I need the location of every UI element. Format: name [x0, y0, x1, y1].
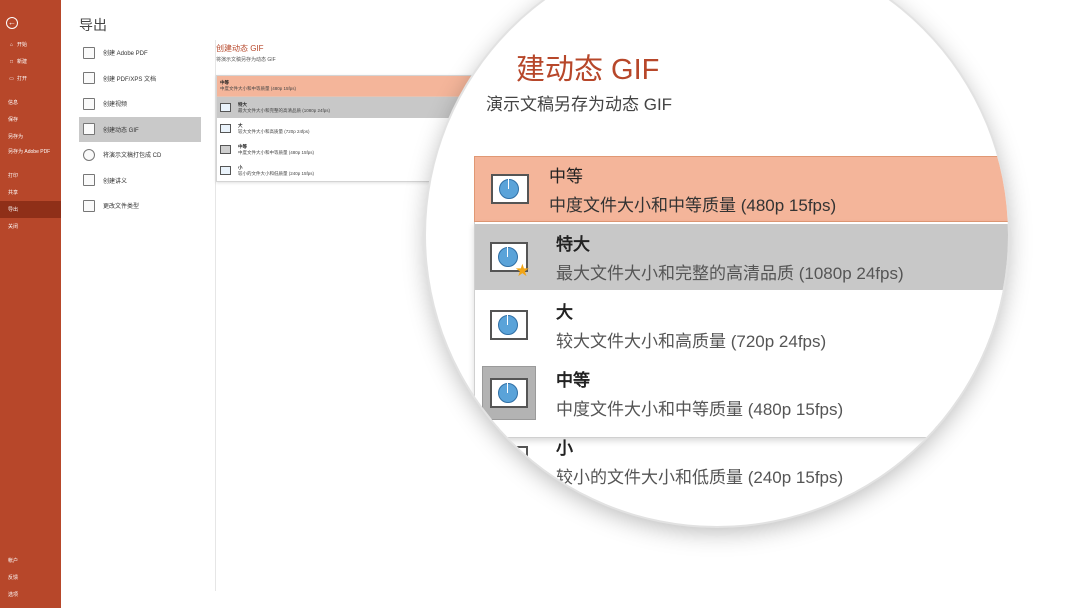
magnified-quality-dropdown: 中等 中度文件大小和中等质量 (480p 15fps) ★ 特大 最大文件大小和…: [474, 156, 1008, 496]
export-option-label: 创建视频: [103, 102, 128, 109]
quality-text: 大 较大文件大小和高质量 (720p 24fps): [556, 303, 827, 351]
cd-icon: [83, 148, 95, 161]
export-option-label: 更改文件类型: [103, 204, 140, 211]
gif-icon: [83, 123, 95, 136]
export-option-video[interactable]: 创建视频: [79, 91, 201, 117]
sidebar-mid-nav: 信息 保存 另存为 另存为 Adobe PDF 打印 共享 导出 关闭: [0, 94, 61, 235]
export-options-list: 创建 Adobe PDF 创建 PDF/XPS 文档 创建视频 创建动态 GIF…: [79, 40, 201, 219]
quality-text: 中等 中度文件大小和中等质量 (480p 15fps): [220, 80, 297, 91]
back-arrow-icon[interactable]: ←: [6, 17, 18, 29]
presentation-icon: [483, 162, 537, 216]
magnified-quality-option-xlarge[interactable]: ★ 特大 最大文件大小和完整的高清品质 (1080p 24fps): [474, 224, 1008, 290]
export-option-gif[interactable]: 创建动态 GIF: [79, 116, 201, 142]
export-option-pdf-xps[interactable]: 创建 PDF/XPS 文档: [79, 66, 201, 92]
export-option-cd[interactable]: 将演示文稿打包成 CD: [79, 142, 201, 168]
quality-text: 中等 中度文件大小和中等质量 (480p 15fps): [549, 167, 837, 215]
file-type-icon: [83, 199, 95, 212]
export-option-file-type[interactable]: 更改文件类型: [79, 193, 201, 219]
pdf-xps-icon: [83, 72, 95, 85]
quality-text: 小 较小的文件大小和低质量 (240p 15fps): [238, 164, 315, 176]
adobe-pdf-icon: [83, 46, 95, 59]
magnifier-zoom: 建动态 GIF 演示文稿另存为动态 GIF 中等 中度文件大小和中等质量 (48…: [426, 0, 1008, 526]
magnified-subtitle: 演示文稿另存为动态 GIF: [486, 95, 673, 114]
magnified-quality-selected[interactable]: 中等 中度文件大小和中等质量 (480p 15fps): [474, 156, 1008, 222]
quality-text: 中等 中度文件大小和中等质量 (480p 15fps): [238, 143, 315, 155]
presentation-icon: [220, 166, 231, 175]
sidebar-item-export[interactable]: 导出: [0, 201, 61, 218]
sidebar-item-label: 打开: [17, 76, 28, 82]
export-option-label: 将演示文稿打包成 CD: [103, 153, 162, 160]
magnified-quality-option-medium[interactable]: 中等 中度文件大小和中等质量 (480p 15fps): [474, 360, 1008, 426]
gif-quality-selected[interactable]: 中等 中度文件大小和中等质量 (480p 15fps): [217, 76, 485, 97]
sidebar-item-home[interactable]: ⌂ 开始: [0, 36, 61, 53]
magnified-title: 建动态 GIF: [516, 54, 660, 86]
page-title: 导出: [79, 17, 107, 33]
magnified-quality-option-large[interactable]: 大 较大文件大小和高质量 (720p 24fps): [474, 292, 1008, 358]
quality-text: 大 较大文件大小和高质量 (720p 24fps): [238, 122, 310, 134]
presentation-icon: [482, 366, 536, 420]
gif-panel-title: 创建动态 GIF: [216, 44, 264, 53]
export-option-label: 创建 PDF/XPS 文档: [103, 76, 157, 83]
presentation-icon: [482, 434, 536, 488]
sidebar-item-label: 开始: [17, 42, 28, 48]
gif-panel-subtitle: 将演示文稿另存为动态 GIF: [216, 57, 276, 63]
sidebar-item-feedback[interactable]: 反馈: [0, 569, 61, 586]
presentation-icon: [482, 298, 536, 352]
folder-icon: ▭: [9, 75, 14, 82]
quality-text: 特大 最大文件大小和完整的高清品质 (1080p 24fps): [556, 235, 904, 283]
sidebar-item-print[interactable]: 打印: [0, 167, 61, 184]
gif-quality-option-xlarge[interactable]: 特大 最大文件大小和完整的高清品质 (1080p 24fps): [217, 97, 485, 118]
sidebar-item-label: 新建: [17, 59, 28, 65]
sidebar-top-nav: ⌂ 开始 □ 新建 ▭ 打开: [0, 36, 61, 87]
sidebar-item-account[interactable]: 帐户: [0, 552, 61, 569]
presentation-icon: [220, 145, 231, 154]
presentation-star-icon: ★: [482, 230, 536, 284]
export-option-handout[interactable]: 创建讲义: [79, 168, 201, 194]
video-icon: [83, 97, 95, 110]
sidebar-item-info[interactable]: 信息: [0, 94, 61, 111]
sidebar-item-save-as-pdf[interactable]: 另存为 Adobe PDF: [0, 145, 61, 167]
presentation-star-icon: [220, 103, 231, 112]
presentation-icon: [220, 124, 231, 133]
handout-icon: [83, 174, 95, 187]
sidebar-item-share[interactable]: 共享: [0, 184, 61, 201]
export-option-adobe-pdf[interactable]: 创建 Adobe PDF: [79, 40, 201, 66]
export-option-label: 创建讲义: [103, 178, 128, 185]
home-icon: ⌂: [9, 41, 14, 48]
quality-text: 小 较小的文件大小和低质量 (240p 15fps): [556, 439, 844, 487]
backstage-sidebar: ← ⌂ 开始 □ 新建 ▭ 打开 信息 保存 另存为 另存为 Adobe PDF…: [0, 0, 61, 608]
magnified-quality-option-small[interactable]: 小 较小的文件大小和低质量 (240p 15fps): [474, 428, 1008, 494]
quality-text: 特大 最大文件大小和完整的高清品质 (1080p 24fps): [238, 101, 331, 113]
sidebar-item-new[interactable]: □ 新建: [0, 53, 61, 70]
export-option-label: 创建动态 GIF: [103, 127, 139, 134]
sidebar-item-save[interactable]: 保存: [0, 111, 61, 128]
sidebar-item-close[interactable]: 关闭: [0, 218, 61, 235]
sidebar-item-options[interactable]: 选项: [0, 586, 61, 603]
new-file-icon: □: [9, 58, 14, 65]
sidebar-item-open[interactable]: ▭ 打开: [0, 70, 61, 87]
export-option-label: 创建 Adobe PDF: [103, 51, 148, 58]
sidebar-bottom-nav: 帐户 反馈 选项: [0, 552, 61, 603]
sidebar-item-save-as[interactable]: 另存为: [0, 128, 61, 145]
quality-text: 中等 中度文件大小和中等质量 (480p 15fps): [556, 371, 844, 419]
